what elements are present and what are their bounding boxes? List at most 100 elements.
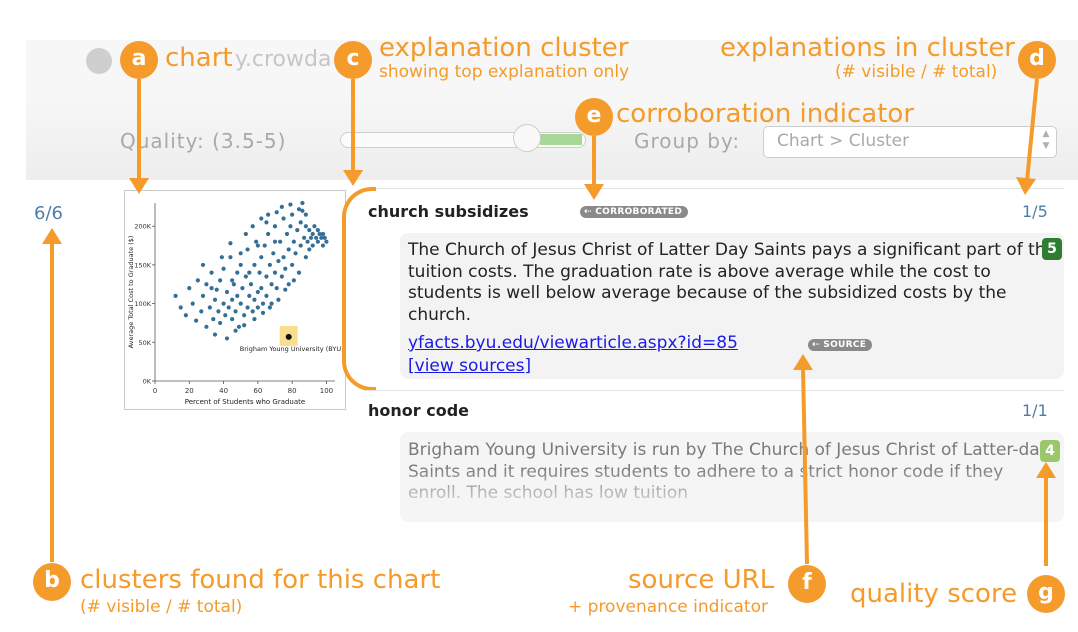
scatter-point [228, 241, 233, 246]
corroborated-badge-text: CORROBORATED [595, 207, 683, 217]
scatter-point [255, 289, 260, 295]
scatter-point [230, 316, 235, 322]
annotation-d-arrow [1016, 79, 1039, 195]
scatter-point [243, 274, 248, 279]
scatter-point [233, 328, 238, 333]
cluster-title[interactable]: honor code [368, 401, 469, 420]
scatter-point [308, 235, 314, 240]
scatter-point [243, 231, 248, 237]
highlight-label: Brigham Young University (BYU) [240, 345, 344, 353]
annotation-c-sublabel: showing top explanation only [379, 62, 630, 82]
explanation-count[interactable]: 1/1 [1022, 401, 1048, 420]
scatter-point [288, 224, 293, 229]
scatter-point [269, 301, 274, 306]
annotation-a-label: chart [165, 43, 233, 73]
explanation-count[interactable]: 1/5 [1022, 202, 1048, 221]
annotation-d-marker: d [1018, 41, 1056, 79]
scatter-point [235, 270, 240, 275]
scatter-point [290, 212, 295, 217]
scatter-point [303, 224, 308, 229]
scatter-point [320, 231, 326, 237]
browser-reload-icon [86, 48, 112, 74]
scatter-point [303, 212, 308, 217]
scatter-point [224, 289, 230, 295]
scatter-point [221, 301, 226, 306]
scatter-point [255, 243, 260, 248]
scatter-point [195, 278, 200, 283]
scatter-point [298, 243, 303, 248]
scatter-point [279, 274, 284, 279]
scatter-point [252, 316, 257, 322]
group-by-value: Chart > Cluster [777, 131, 910, 151]
scatter-point [264, 220, 269, 225]
group-by-label: Group by: [634, 129, 741, 153]
scatter-point [272, 224, 278, 229]
annotation-a-arrow [137, 79, 141, 183]
scatter-point [307, 227, 312, 233]
scatter-point [183, 313, 188, 318]
scatter-point [194, 318, 199, 323]
annotation-c-label: explanation cluster [379, 33, 629, 63]
annotation-g-marker: g [1027, 575, 1065, 613]
cluster-title[interactable]: church subsidizes [368, 202, 529, 221]
scatter-point [281, 216, 286, 221]
scatter-point [231, 282, 236, 287]
scatter-point [288, 202, 293, 207]
annotation-g-label: quality score [850, 579, 1018, 609]
scatter-point [221, 266, 226, 271]
annotation-b-label: clusters found for this chart [80, 565, 441, 595]
annotation-f-sublabel: + provenance indicator [568, 597, 768, 617]
browser-url-text: y.crowda [235, 47, 332, 72]
scatter-point [274, 286, 279, 291]
scatter-point [233, 309, 238, 314]
y-tick-label: 200K [134, 223, 151, 231]
scatter-point [200, 262, 206, 268]
scatter-point [219, 255, 224, 260]
scatter-point [262, 243, 267, 248]
scatter-point [173, 293, 178, 298]
scatter-point [230, 278, 235, 283]
scatter-point [286, 282, 291, 287]
x-tick-label: 60 [253, 387, 262, 395]
source-badge: ⇠ SOURCE [808, 339, 873, 351]
scatter-point [272, 270, 278, 275]
x-tick-label: 40 [219, 387, 228, 395]
scatter-point [252, 297, 257, 302]
scatter-point [295, 227, 300, 233]
scatter-point [250, 224, 255, 229]
scatter-point [247, 293, 252, 298]
scatter-point [264, 293, 269, 298]
scatter-point [302, 235, 307, 240]
annotation-f-arrow [793, 354, 813, 565]
cluster-count[interactable]: 6/6 [34, 203, 63, 224]
source-url-link[interactable]: yfacts.byu.edu/viewarticle.aspx?id=85 [408, 333, 738, 353]
quality-slider-handle[interactable] [513, 124, 541, 152]
scatter-point [190, 301, 195, 306]
scatter-point [310, 243, 315, 248]
chart-panel[interactable]: 0 20 40 60 80 100 0K 50K 100K 150K 200K Percent of … [124, 190, 346, 410]
scatter-point [236, 324, 242, 329]
scatter-point [238, 251, 243, 256]
scatter-point [296, 270, 302, 275]
scatter-point [230, 297, 235, 302]
scatter-point [214, 287, 219, 292]
scatter-point [320, 243, 326, 248]
scatter-point [291, 278, 296, 283]
annotation-d-sublabel: (# visible / # total) [835, 62, 998, 82]
quality-score-badge: 5 [1042, 238, 1062, 260]
scatter-point [209, 270, 214, 275]
scatter-point [235, 293, 240, 298]
cluster-divider [364, 188, 1064, 189]
highlight-point [285, 333, 292, 340]
quality-filter-label: Quality: (3.5-5) [120, 129, 286, 153]
annotation-f-marker: f [788, 565, 826, 603]
scatter-point [307, 247, 312, 252]
scatter-point [178, 305, 183, 310]
annotation-e-arrow [592, 136, 596, 188]
scatter-point [242, 313, 247, 318]
scatter-point [266, 212, 271, 217]
scatter-point [284, 231, 290, 237]
scatter-point [279, 204, 284, 209]
view-sources-link[interactable]: [view sources] [408, 356, 531, 376]
scatter-point [315, 239, 320, 244]
